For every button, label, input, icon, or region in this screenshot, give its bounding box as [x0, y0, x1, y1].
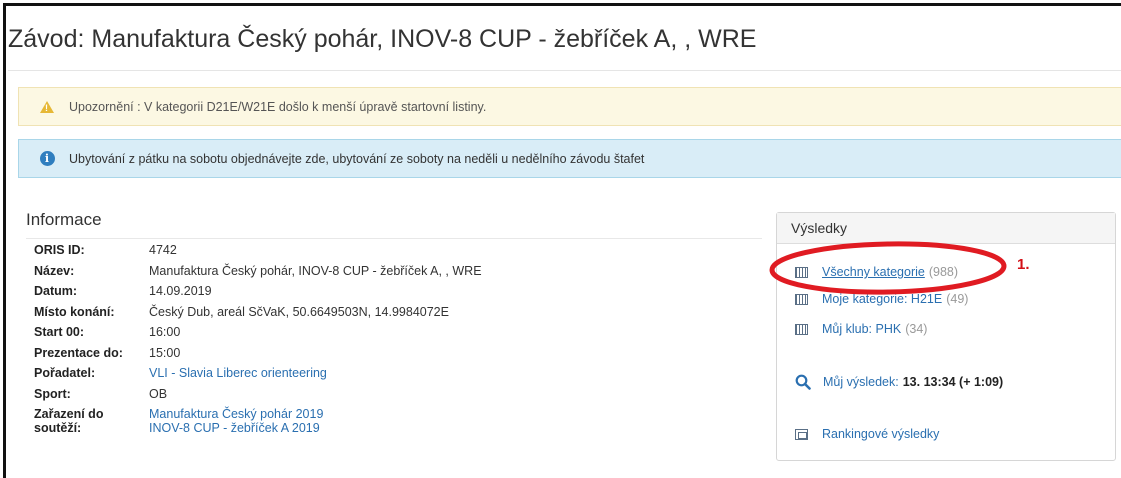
my-club-count: (34) — [905, 322, 928, 336]
info-label: Název: — [34, 263, 75, 278]
info-label: Datum: — [34, 284, 78, 298]
info-label: Start 00: — [34, 325, 85, 339]
competition-link-ranking[interactable]: INOV-8 CUP - žebříček A 2019 — [149, 421, 320, 435]
ranking-results-link[interactable]: Rankingové výsledky — [795, 427, 939, 441]
my-category-count: (49) — [946, 292, 969, 306]
info-row-sport: Sport: OB — [34, 387, 482, 408]
organizer-link[interactable]: VLI - Slavia Liberec orienteering — [149, 366, 327, 380]
info-row-oris-id: ORIS ID: 4742 — [34, 243, 482, 264]
title-divider — [8, 70, 1121, 71]
my-result-label: Můj výsledek: — [823, 375, 899, 389]
info-value: 14.09.2019 — [149, 284, 212, 298]
all-categories-link[interactable]: Všechny kategorie (988) — [795, 265, 958, 279]
info-value: 4742 — [149, 243, 177, 257]
search-icon — [795, 374, 811, 390]
info-label: Pořadatel: — [34, 366, 96, 380]
info-row-registration: Prezentace do: 15:00 — [34, 346, 482, 367]
info-label: Zařazení do — [34, 407, 104, 421]
info-row-date: Datum: 14.09.2019 — [34, 284, 482, 305]
info-alert-text: Ubytování z pátku na sobotu objednávejte… — [69, 151, 645, 166]
my-club-label: Můj klub: PHK — [822, 322, 902, 336]
warning-alert-text: Upozornění : V kategorii D21E/W21E došlo… — [69, 99, 487, 114]
results-table-icon — [795, 293, 808, 305]
info-row-organizer: Pořadatel: VLI - Slavia Liberec orientee… — [34, 366, 482, 387]
results-panel-title: Výsledky — [777, 213, 1115, 244]
info-value: 15:00 — [149, 345, 181, 360]
warning-alert: ! Upozornění : V kategorii D21E/W21E doš… — [18, 87, 1121, 126]
info-label: Sport: — [34, 386, 71, 401]
info-label: soutěží: — [34, 421, 82, 435]
page-title: Závod: Manufaktura Český pohár, INOV-8 C… — [8, 25, 757, 53]
ranking-icon — [795, 428, 808, 440]
my-category-label: Moje kategorie: H21E — [822, 292, 943, 306]
info-value: OB — [149, 386, 168, 401]
results-panel: Výsledky Všechny kategorie (988) Moje ka… — [776, 212, 1116, 461]
info-value: Český Dub, areál SčVaK, 50.6649503N, 14.… — [149, 304, 449, 319]
my-result-value: 13. 13:34 (+ 1:09) — [902, 375, 1004, 389]
info-label: Místo konání: — [34, 304, 115, 319]
info-value: 16:00 — [149, 325, 181, 339]
info-row-location: Místo konání: Český Dub, areál SčVaK, 50… — [34, 305, 482, 326]
warning-icon: ! — [39, 99, 55, 115]
info-label: Prezentace do: — [34, 345, 123, 360]
info-row-competition: Zařazení do soutěží: Manufaktura Český p… — [34, 407, 482, 443]
my-club-link[interactable]: Můj klub: PHK (34) — [795, 322, 927, 336]
info-value: Manufaktura Český pohár, INOV-8 CUP - že… — [149, 263, 482, 278]
info-alert: i Ubytování z pátku na sobotu objednávej… — [18, 139, 1121, 178]
results-table-icon — [795, 266, 808, 278]
info-icon: i — [39, 151, 55, 167]
info-section-title: Informace — [26, 210, 102, 229]
all-categories-count: (988) — [928, 265, 959, 279]
my-result-link[interactable]: Můj výsledek: 13. 13:34 (+ 1:09) — [795, 374, 1003, 390]
info-row-name: Název: Manufaktura Český pohár, INOV-8 C… — [34, 264, 482, 285]
step-annotation-label: 1. — [1017, 256, 1030, 273]
ranking-results-label: Rankingové výsledky — [822, 427, 940, 441]
info-table: ORIS ID: 4742 Název: Manufaktura Český p… — [34, 243, 482, 443]
info-divider — [26, 238, 762, 239]
results-table-icon — [795, 323, 808, 335]
info-label: ORIS ID: — [34, 243, 85, 257]
all-categories-label: Všechny kategorie — [822, 265, 925, 279]
my-category-link[interactable]: Moje kategorie: H21E (49) — [795, 292, 968, 306]
info-row-start: Start 00: 16:00 — [34, 325, 482, 346]
competition-link-cup[interactable]: Manufaktura Český pohár 2019 — [149, 407, 323, 421]
